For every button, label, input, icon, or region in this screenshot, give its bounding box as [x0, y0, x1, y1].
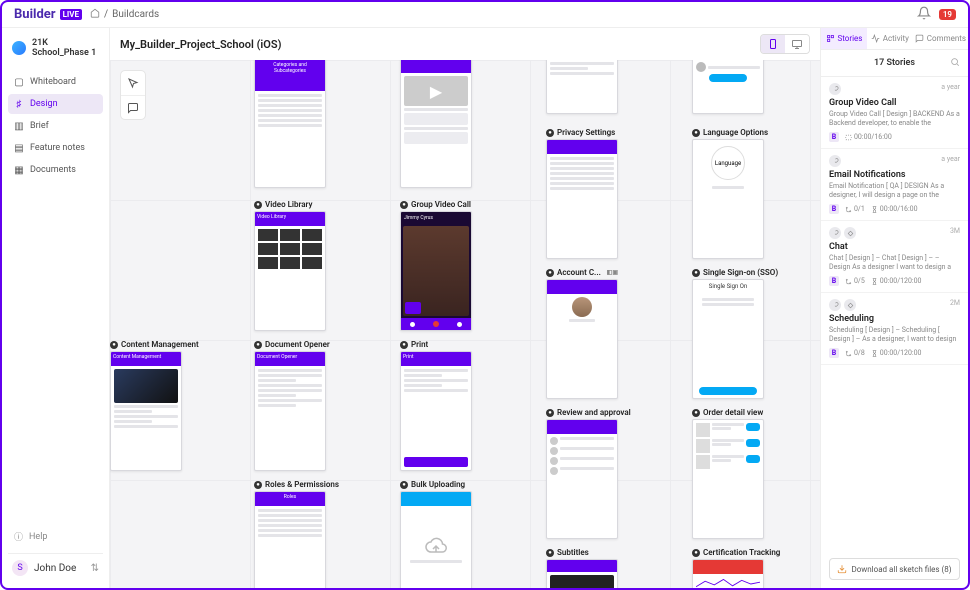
story-list: a year Group Video Call Group Video Call… — [821, 77, 968, 550]
card-profile-small[interactable] — [546, 60, 618, 114]
whiteboard-icon: ▢ — [14, 77, 24, 87]
sort-icon: ◧▣ — [607, 269, 618, 276]
story-item[interactable]: 2M Scheduling Scheduling [ Design ] – Sc… — [821, 293, 968, 365]
activity-icon — [871, 34, 880, 43]
clock-icon: 00:00/16:00 — [845, 133, 892, 141]
sparkline-icon — [696, 577, 760, 588]
user-menu[interactable]: S John Doe ⇅ — [8, 553, 103, 582]
comment-tool[interactable] — [121, 95, 145, 119]
design-canvas[interactable]: ●Content Management Content Management C… — [110, 60, 820, 588]
top-bar: Builder LIVE / Buildcards 19 — [2, 2, 968, 28]
notification-count[interactable]: 19 — [939, 9, 956, 20]
stories-icon — [826, 34, 835, 43]
card-video-library[interactable]: ●Video Library Video Library — [254, 198, 326, 331]
device-mobile-button[interactable] — [761, 35, 785, 53]
help-link[interactable]: ⓘHelp — [8, 526, 103, 547]
card-language-options[interactable]: ●Language Options Language — [692, 126, 768, 259]
clock-icon — [871, 278, 878, 285]
sidebar-item-feature-notes[interactable]: ▤Feature notes — [8, 138, 103, 158]
home-icon — [90, 8, 100, 21]
tab-stories[interactable]: Stories — [821, 28, 867, 49]
sidebar-item-brief[interactable]: ▥Brief — [8, 116, 103, 136]
device-desktop-button[interactable] — [785, 35, 809, 53]
sidebar: 21K School_Phase 1 ▢Whiteboard ♯Design ▥… — [2, 28, 110, 588]
user-name: John Doe — [34, 563, 76, 574]
sidebar-item-design[interactable]: ♯Design — [8, 94, 103, 114]
sidebar-item-documents[interactable]: ▦Documents — [8, 160, 103, 180]
card-media-player[interactable]: ▶ — [400, 60, 472, 188]
link-icon — [829, 83, 841, 95]
tag-icon — [844, 227, 856, 239]
card-print[interactable]: ●Print Print — [400, 338, 472, 471]
card-categories[interactable]: Categories and Subcategories — [254, 60, 326, 188]
project-title: My_Builder_Project_School (iOS) — [120, 38, 281, 51]
card-group-video-call[interactable]: ●Group Video Call Jimmy Cyrus — [400, 198, 472, 331]
tag-icon — [844, 299, 856, 311]
device-toggle — [760, 34, 810, 54]
card-review-approval[interactable]: ●Review and approval — [546, 406, 631, 539]
branch-icon — [845, 350, 852, 357]
card-roles-permissions[interactable]: ●Roles & Permissions Roles — [254, 478, 339, 588]
branch-icon — [845, 206, 852, 213]
documents-icon: ▦ — [14, 165, 24, 175]
card-bulk-uploading[interactable]: ●Bulk Uploading — [400, 478, 472, 588]
sidebar-item-whiteboard[interactable]: ▢Whiteboard — [8, 72, 103, 92]
notes-icon: ▤ — [14, 143, 24, 153]
cloud-upload-icon — [424, 534, 448, 558]
story-item[interactable]: a year Group Video Call Group Video Call… — [821, 77, 968, 149]
workspace-icon — [12, 41, 26, 55]
help-icon: ⓘ — [14, 530, 23, 543]
user-avatar: S — [12, 560, 28, 576]
cursor-tool[interactable] — [121, 71, 145, 95]
link-icon — [829, 227, 841, 239]
stories-header: 17 Stories — [821, 50, 968, 77]
link-icon — [829, 299, 841, 311]
card-content-management[interactable]: ●Content Management Content Management — [110, 338, 199, 471]
branch-icon — [845, 278, 852, 285]
search-icon[interactable] — [950, 57, 960, 70]
clock-icon — [871, 350, 878, 357]
brief-icon: ▥ — [14, 121, 24, 131]
card-account[interactable]: ●Account C...◧▣ — [546, 266, 618, 399]
workspace-name: 21K School_Phase 1 — [32, 38, 99, 58]
bell-icon[interactable] — [917, 5, 931, 24]
canvas-toolbox — [120, 70, 146, 120]
card-order-detail[interactable]: ●Order detail view — [692, 406, 764, 539]
download-button[interactable]: Download all sketch files (8) — [829, 558, 960, 580]
story-item[interactable]: a year Email Notifications Email Notific… — [821, 149, 968, 221]
card-sso[interactable]: ●Single Sign-on (SSO) Single Sign On — [692, 266, 778, 399]
tab-activity[interactable]: Activity — [867, 28, 913, 49]
brand-name: Builder — [14, 7, 56, 22]
comments-icon — [915, 34, 924, 43]
card-avatar-btn[interactable] — [692, 60, 764, 114]
tab-comments[interactable]: Comments — [913, 28, 968, 49]
clock-icon — [871, 206, 878, 213]
story-item[interactable]: 3M Chat Chat [ Design ] – Chat [ Design … — [821, 221, 968, 293]
card-privacy-settings[interactable]: ●Privacy Settings — [546, 126, 618, 259]
expand-icon: ⇅ — [91, 563, 99, 574]
brand-badge: LIVE — [60, 9, 82, 20]
brand-logo[interactable]: Builder LIVE — [14, 7, 82, 22]
breadcrumb[interactable]: / Buildcards — [90, 8, 159, 21]
card-certification-tracking[interactable]: ●Certification Tracking — [692, 546, 780, 588]
project-header: My_Builder_Project_School (iOS) — [110, 28, 820, 60]
workspace-selector[interactable]: 21K School_Phase 1 — [8, 34, 103, 62]
download-icon — [837, 564, 847, 574]
card-subtitles[interactable]: ●Subtitles — [546, 546, 618, 588]
right-panel: Stories Activity Comments 17 Stories a y… — [820, 28, 968, 588]
design-icon: ♯ — [14, 99, 24, 109]
link-icon — [829, 155, 841, 167]
breadcrumb-page: Buildcards — [112, 9, 159, 20]
card-document-opener[interactable]: ●Document Opener Document Opener — [254, 338, 330, 471]
